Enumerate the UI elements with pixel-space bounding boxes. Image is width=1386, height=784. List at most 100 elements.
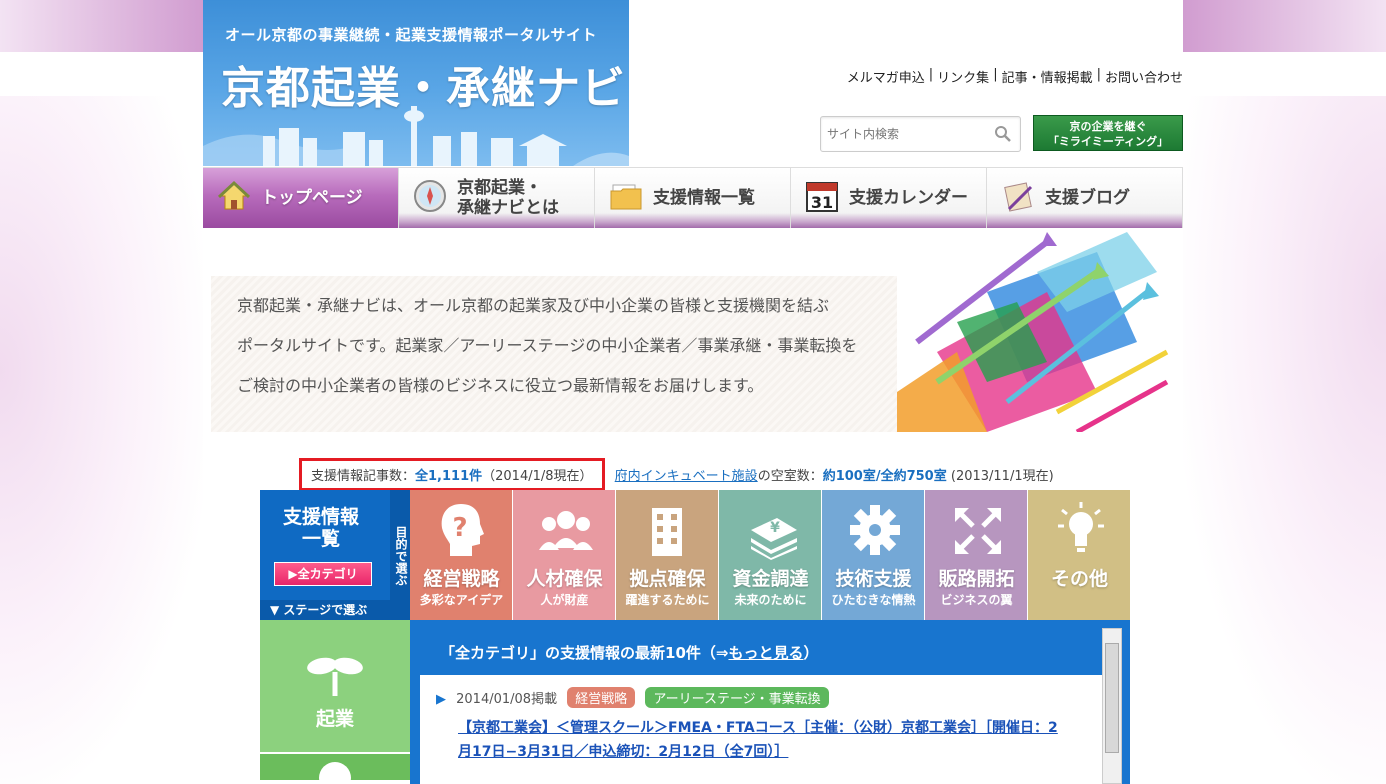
news-header-prefix: 「全カテゴリ」の支援情報の最新10件（⇒ — [440, 644, 729, 662]
site-tagline: オール京都の事業継続・起業支援情報ポータルサイト — [225, 26, 598, 44]
news-date: 2014/01/08掲載 — [456, 692, 558, 707]
folder-icon — [609, 179, 643, 217]
mirai-meeting-banner[interactable]: 京の企業を継ぐ 「ミライミーティング」 — [1033, 115, 1183, 151]
gear-icon — [848, 500, 902, 564]
news-title-link[interactable]: 【京都工業会】＜管理スクール＞FMEA・FTAコース［主催：（公財）京都工業会］… — [458, 716, 1076, 764]
money-icon: ¥ — [745, 500, 801, 564]
category-management-strategy[interactable]: ? 経営戦略 多彩なアイデア — [410, 490, 513, 620]
category-sub: ひたむきな情熱 — [831, 593, 916, 607]
stage-growth[interactable] — [260, 754, 410, 784]
nav-support-blog[interactable]: 支援ブログ — [987, 168, 1183, 228]
category-sub: 人が財産 — [540, 593, 589, 607]
nav-about[interactable]: 京都起業・ 承継ナビとは — [399, 168, 595, 228]
operator-text: 【運営】京都中小企業事業継続支援センター／京都事業継続・起業支援ネットワーク — [726, 26, 1183, 40]
link-links[interactable]: リンク集 — [937, 67, 989, 86]
support-list-title-line2: 一覧 — [301, 528, 340, 550]
category-other[interactable]: その他 — [1028, 490, 1131, 620]
tree-icon — [312, 762, 358, 784]
site-logo[interactable]: オール京都の事業継続・起業支援情報ポータルサイト 京都起業・承継ナビ — [203, 0, 629, 166]
category-name: 資金調達 — [732, 568, 809, 590]
choose-by-stage-label: ▼ ステージで選ぶ — [260, 600, 410, 620]
category-tiles: ? 経営戦略 多彩なアイデア 人材確保 人が財産 拠点確保 躍進するために ¥ … — [410, 490, 1131, 620]
category-name: 経営戦略 — [423, 568, 500, 590]
search-icon[interactable] — [994, 125, 1012, 147]
category-human-resources[interactable]: 人材確保 人が財産 — [513, 490, 616, 620]
support-list-title[interactable]: 支援情報 一覧 — [260, 506, 382, 550]
nav-label: 支援ブログ — [1045, 188, 1130, 208]
nav-label-line2: 承継ナビとは — [457, 198, 559, 218]
stage-name: 起業 — [315, 708, 354, 730]
vacancy-label: の空室数： — [757, 469, 823, 484]
sprout-icon — [306, 652, 364, 700]
home-icon — [217, 179, 251, 217]
kyoto-skyline-illustration — [203, 106, 629, 166]
news-header-suffix: ） — [803, 644, 819, 662]
background-decoration-left — [0, 96, 203, 784]
choose-by-purpose-label: 目的で選ぶ — [390, 490, 410, 600]
background-decoration-right — [1183, 96, 1386, 784]
category-name: 技術支援 — [835, 568, 912, 590]
news-list: ▶ 2014/01/08掲載 経営戦略 アーリーステージ・事業転換 【京都工業会… — [420, 675, 1104, 784]
support-list-title-line1: 支援情報 — [282, 506, 359, 528]
search-input[interactable] — [821, 117, 981, 151]
page-container: オール京都の事業継続・起業支援情報ポータルサイト 京都起業・承継ナビ 【運営】京… — [203, 0, 1183, 784]
svg-text:¥: ¥ — [770, 520, 780, 536]
article-count-date: （2014/1/8現在） — [482, 469, 593, 484]
calendar-day-number: 31 — [811, 193, 833, 212]
support-list-box: 支援情報 一覧 ▶全カテゴリ 目的で選ぶ ▼ ステージで選ぶ — [260, 490, 410, 620]
nav-label: 支援カレンダー — [849, 188, 968, 208]
category-sub: 未来のために — [734, 593, 807, 607]
calendar-icon: 31 — [805, 179, 839, 217]
site-search — [820, 116, 1021, 152]
link-separator: | — [1096, 67, 1101, 82]
stage-column: 起業 — [260, 620, 410, 784]
news-item: ▶ 2014/01/08掲載 経営戦略 アーリーステージ・事業転換 【京都工業会… — [436, 687, 1076, 764]
category-name: 人材確保 — [526, 568, 603, 590]
nav-support-list[interactable]: 支援情報一覧 — [595, 168, 791, 228]
category-market-development[interactable]: 販路開拓 ビジネスの翼 — [925, 490, 1028, 620]
people-icon — [539, 500, 593, 564]
news-header: 「全カテゴリ」の支援情報の最新10件（⇒もっと見る） — [440, 642, 818, 663]
incubator-link[interactable]: 府内インキュベート施設 — [615, 469, 758, 484]
article-count-box: 支援情報記事数：全1,111件（2014/1/8現在） — [299, 458, 605, 491]
nav-top-page[interactable]: トップページ — [203, 168, 399, 228]
category-fund-raising[interactable]: ¥ 資金調達 未来のために — [719, 490, 822, 620]
main-nav: トップページ 京都起業・ 承継ナビとは 支援情報一覧 31 支援カレンダー 支援… — [203, 167, 1183, 228]
all-categories-button[interactable]: ▶全カテゴリ — [274, 562, 372, 586]
category-panel: 支援情報 一覧 ▶全カテゴリ 目的で選ぶ ▼ ステージで選ぶ ? 経営戦略 多彩… — [260, 490, 1131, 784]
scrollbar-thumb[interactable] — [1105, 643, 1119, 753]
category-name: その他 — [1050, 568, 1108, 590]
top-links: メルマガ申込 | リンク集 | 記事・情報掲載 | お問い合わせ — [847, 67, 1183, 86]
nav-support-calendar[interactable]: 31 支援カレンダー — [791, 168, 987, 228]
category-base-acquisition[interactable]: 拠点確保 躍進するために — [616, 490, 719, 620]
link-separator: | — [928, 67, 934, 82]
mirai-banner-line1: 京の企業を継ぐ — [1069, 120, 1147, 133]
category-name: 販路開拓 — [938, 568, 1015, 590]
article-count: 全1,111件 — [415, 469, 483, 484]
intro-line-3: ご検討の中小企業者の皆様のビジネスに役立つ最新情報をお届けします。 — [237, 376, 764, 395]
stage-startup[interactable]: 起業 — [260, 620, 410, 754]
compass-icon — [413, 179, 447, 217]
stats-line: 支援情報記事数：全1,111件（2014/1/8現在） 府内インキュベート施設の… — [299, 458, 1054, 491]
link-article-post[interactable]: 記事・情報掲載 — [1002, 67, 1093, 86]
news-scrollbar[interactable] — [1102, 628, 1122, 784]
nav-label: トップページ — [261, 188, 363, 208]
category-tech-support[interactable]: 技術支援 ひたむきな情熱 — [822, 490, 925, 620]
building-icon — [642, 500, 692, 564]
nav-label: 京都起業・ 承継ナビとは — [457, 178, 559, 218]
vacancy-count: 約100室/全約750室 — [822, 469, 947, 484]
mirai-banner-line2: 「ミライミーティング」 — [1047, 135, 1169, 148]
question-head-icon: ? — [436, 500, 486, 564]
news-tag-stage[interactable]: アーリーステージ・事業転換 — [645, 687, 829, 708]
expand-arrows-icon — [951, 500, 1005, 564]
link-contact[interactable]: お問い合わせ — [1105, 67, 1183, 86]
link-mailmag[interactable]: メルマガ申込 — [847, 67, 925, 86]
category-sub: ビジネスの翼 — [940, 593, 1013, 607]
news-tag-category[interactable]: 経営戦略 — [567, 687, 636, 708]
article-count-label: 支援情報記事数： — [311, 469, 416, 484]
intro-line-2: ポータルサイトです。起業家／アーリーステージの中小企業者／事業承継・事業転換を — [237, 336, 858, 355]
category-name: 拠点確保 — [629, 568, 706, 590]
lightbulb-icon — [1054, 500, 1108, 564]
more-link[interactable]: もっと見る — [728, 644, 803, 662]
intro-box: 京都起業・承継ナビは、オール京都の起業家及び中小企業の皆様と支援機関を結ぶ ポー… — [211, 276, 897, 432]
